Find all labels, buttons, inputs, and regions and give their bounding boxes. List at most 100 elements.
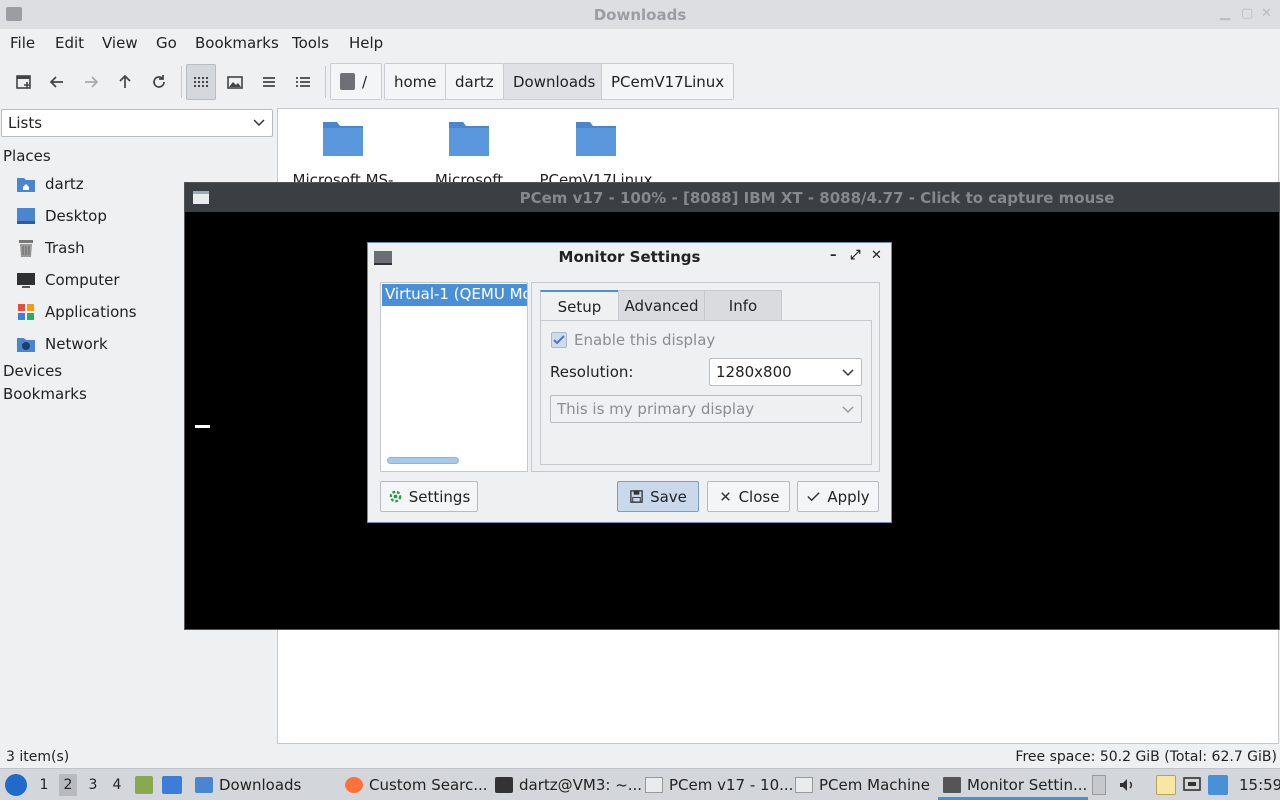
- new-tab-button[interactable]: [9, 64, 39, 100]
- place-trash[interactable]: Trash: [16, 236, 85, 260]
- file-manager-titlebar[interactable]: Downloads ▁ ▢ ✕: [0, 0, 1280, 29]
- folder-item[interactable]: Microsoft MS-: [278, 119, 408, 189]
- volume-icon[interactable]: [1117, 775, 1137, 795]
- minimize-icon[interactable]: ▁: [1220, 6, 1230, 21]
- back-button[interactable]: [42, 64, 72, 100]
- place-computer[interactable]: Computer: [16, 268, 120, 292]
- task-monitor-settings[interactable]: Monitor Settin...: [943, 769, 1087, 800]
- path-root-label: /: [362, 72, 368, 91]
- toolbar-separator: [181, 66, 182, 98]
- place-dartz[interactable]: dartz: [16, 172, 84, 196]
- task-label: dartz@VM3: ~...: [519, 776, 643, 794]
- horizontal-scrollbar[interactable]: [387, 457, 459, 464]
- place-applications[interactable]: Applications: [16, 300, 137, 324]
- close-icon[interactable]: ✕: [1261, 6, 1272, 21]
- start-menu-icon[interactable]: [5, 774, 27, 796]
- primary-display-value: This is my primary display: [557, 400, 755, 418]
- tab-advanced[interactable]: Advanced: [618, 290, 705, 321]
- applications-icon: [18, 304, 34, 320]
- menu-view[interactable]: View: [102, 34, 138, 52]
- breadcrumb-dartz[interactable]: dartz: [445, 63, 504, 100]
- checkmark-icon: [807, 492, 820, 502]
- task-firefox[interactable]: Custom Searc...: [345, 769, 488, 800]
- primary-display-select: This is my primary display: [550, 395, 862, 423]
- breadcrumb-home[interactable]: home: [384, 63, 447, 100]
- status-item-count: 3 item(s): [6, 749, 70, 765]
- save-button[interactable]: Save: [617, 481, 699, 512]
- window-icon: [795, 777, 813, 793]
- task-label: Monitor Settin...: [967, 776, 1088, 794]
- chevron-down-icon: [842, 406, 854, 414]
- monitor-settings-dialog: Monitor Settings – ⤢ ✕ Virtual-1 (QEMU M…: [367, 242, 892, 523]
- resolution-value: 1280x800: [716, 363, 792, 381]
- maximize-icon[interactable]: ▢: [1241, 6, 1253, 21]
- task-label: PCem v17 - 10...: [669, 776, 794, 794]
- menu-go[interactable]: Go: [156, 34, 177, 52]
- menu-help[interactable]: Help: [349, 34, 383, 52]
- network-tray-icon[interactable]: [1182, 775, 1202, 795]
- firefox-icon: [345, 777, 363, 793]
- window-title: Downloads: [593, 6, 687, 24]
- clock[interactable]: 15:59: [1239, 769, 1280, 800]
- workspace-3[interactable]: 3: [84, 774, 102, 796]
- breadcrumb-pcemv17linux[interactable]: PCemV17Linux: [601, 63, 735, 100]
- task-downloads[interactable]: Downloads: [195, 769, 301, 800]
- resolution-select[interactable]: 1280x800: [709, 358, 862, 386]
- reload-button[interactable]: [144, 64, 174, 100]
- close-icon[interactable]: ✕: [871, 248, 882, 263]
- close-button[interactable]: Close: [707, 481, 790, 512]
- list-icon: [263, 77, 275, 87]
- notification-icon[interactable]: [1208, 775, 1228, 795]
- folder-item[interactable]: PCemV17Linux: [531, 119, 661, 189]
- monitor-list[interactable]: Virtual-1 (QEMU Monitor): [380, 282, 528, 472]
- workspace-1[interactable]: 1: [35, 774, 53, 796]
- clipboard-icon[interactable]: [1156, 775, 1176, 795]
- trash-icon: [19, 240, 33, 257]
- bookmarks-header[interactable]: Bookmarks: [3, 385, 87, 403]
- menu-file[interactable]: File: [10, 34, 35, 52]
- icon-view-button[interactable]: [186, 64, 216, 100]
- folder-icon: [323, 122, 363, 156]
- devices-header[interactable]: Devices: [3, 362, 62, 380]
- settings-button[interactable]: Settings: [380, 481, 478, 512]
- workspace-2[interactable]: 2: [59, 774, 77, 796]
- folder-icon: [449, 122, 489, 156]
- compact-view-button[interactable]: [254, 64, 284, 100]
- desktop-launcher-icon[interactable]: [162, 776, 182, 794]
- apply-button-label: Apply: [827, 487, 870, 506]
- place-label: Network: [45, 335, 108, 353]
- monitor-list-item[interactable]: Virtual-1 (QEMU Monitor): [382, 284, 527, 306]
- menu-tools[interactable]: Tools: [292, 34, 329, 52]
- menu-edit[interactable]: Edit: [55, 34, 84, 52]
- taskbar: 1 2 3 4 Downloads Custom Searc... dartz@…: [0, 768, 1280, 800]
- forward-button[interactable]: [76, 64, 106, 100]
- dialog-titlebar[interactable]: Monitor Settings – ⤢ ✕: [368, 243, 891, 270]
- minimize-icon[interactable]: –: [830, 248, 837, 263]
- detailed-view-button[interactable]: [288, 64, 318, 100]
- tab-info[interactable]: Info: [704, 290, 782, 321]
- menu-bookmarks[interactable]: Bookmarks: [195, 34, 279, 52]
- tray-expander-icon[interactable]: [1092, 775, 1106, 795]
- breadcrumb-downloads[interactable]: Downloads: [503, 63, 606, 100]
- up-button[interactable]: [110, 64, 140, 100]
- places-header: Places: [3, 147, 51, 165]
- place-desktop[interactable]: Desktop: [16, 204, 107, 228]
- maximize-icon[interactable]: ⤢: [850, 248, 860, 263]
- task-terminal[interactable]: dartz@VM3: ~...: [495, 769, 642, 800]
- apply-button[interactable]: Apply: [797, 481, 879, 512]
- folder-item[interactable]: Microsoft: [404, 119, 534, 189]
- reload-icon: [153, 75, 165, 88]
- gear-icon: [389, 490, 402, 503]
- place-network[interactable]: Network: [16, 332, 108, 356]
- tab-setup[interactable]: Setup: [540, 290, 619, 321]
- thumbnail-view-button[interactable]: [220, 64, 250, 100]
- path-root-button[interactable]: /: [330, 63, 382, 100]
- image-icon: [227, 76, 243, 89]
- side-pane-mode-select[interactable]: Lists: [1, 109, 273, 137]
- pcem-titlebar[interactable]: PCem v17 - 100% - [8088] IBM XT - 8088/4…: [185, 183, 1279, 212]
- file-manager-launcher-icon[interactable]: [135, 776, 153, 794]
- task-pcem-machine[interactable]: PCem Machine: [795, 769, 930, 800]
- workspace-4[interactable]: 4: [108, 774, 126, 796]
- enable-display-checkbox[interactable]: [551, 332, 567, 348]
- task-pcem-emulator[interactable]: PCem v17 - 10...: [645, 769, 793, 800]
